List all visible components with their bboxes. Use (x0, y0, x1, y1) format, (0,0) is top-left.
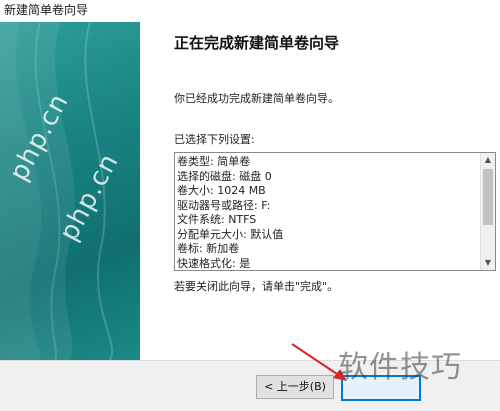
list-item: 选择的磁盘: 磁盘 0 (177, 169, 272, 183)
scrollbar-thumb[interactable] (483, 169, 493, 225)
banner-wave-graphic (0, 22, 114, 360)
site-watermark: 软件技巧 (338, 350, 462, 385)
settings-label: 已选择下列设置: (174, 133, 255, 146)
scroll-down-icon[interactable]: ▼ (483, 258, 493, 268)
wizard-window: 新建简单卷向导 php.cn php.cn 正在完成新建简单卷向导 你已经成功完… (0, 0, 500, 411)
list-item: 文件系统: NTFS (177, 213, 257, 226)
list-item: 卷标: 新加卷 (177, 242, 240, 255)
list-item: 分配单元大小: 默认值 (177, 227, 284, 241)
page-title: 正在完成新建简单卷向导 (174, 34, 340, 52)
list-item: 卷类型: 简单卷 (177, 155, 251, 168)
wizard-banner: php.cn php.cn (0, 22, 140, 360)
scroll-up-icon[interactable]: ▲ (483, 155, 493, 165)
list-item: 卷大小: 1024 MB (177, 184, 266, 197)
window-title: 新建简单卷向导 (4, 3, 89, 17)
close-instruction: 若要关闭此向导，请单击"完成"。 (174, 280, 339, 293)
completion-message: 你已经成功完成新建简单卷向导。 (174, 92, 339, 105)
settings-listbox[interactable]: 卷类型: 简单卷 选择的磁盘: 磁盘 0 卷大小: 1024 MB 驱动器号或路… (174, 152, 496, 271)
settings-list: 卷类型: 简单卷 选择的磁盘: 磁盘 0 卷大小: 1024 MB 驱动器号或路… (177, 155, 477, 270)
list-item: 驱动器号或路径: F: (177, 198, 271, 212)
vertical-scrollbar[interactable]: ▲ ▼ (480, 153, 495, 270)
back-button[interactable]: < 上一步(B) (256, 375, 334, 399)
list-item: 快速格式化: 是 (177, 256, 251, 270)
wizard-content: 正在完成新建简单卷向导 你已经成功完成新建简单卷向导。 已选择下列设置: 卷类型… (140, 22, 500, 360)
title-bar[interactable]: 新建简单卷向导 (0, 0, 500, 22)
